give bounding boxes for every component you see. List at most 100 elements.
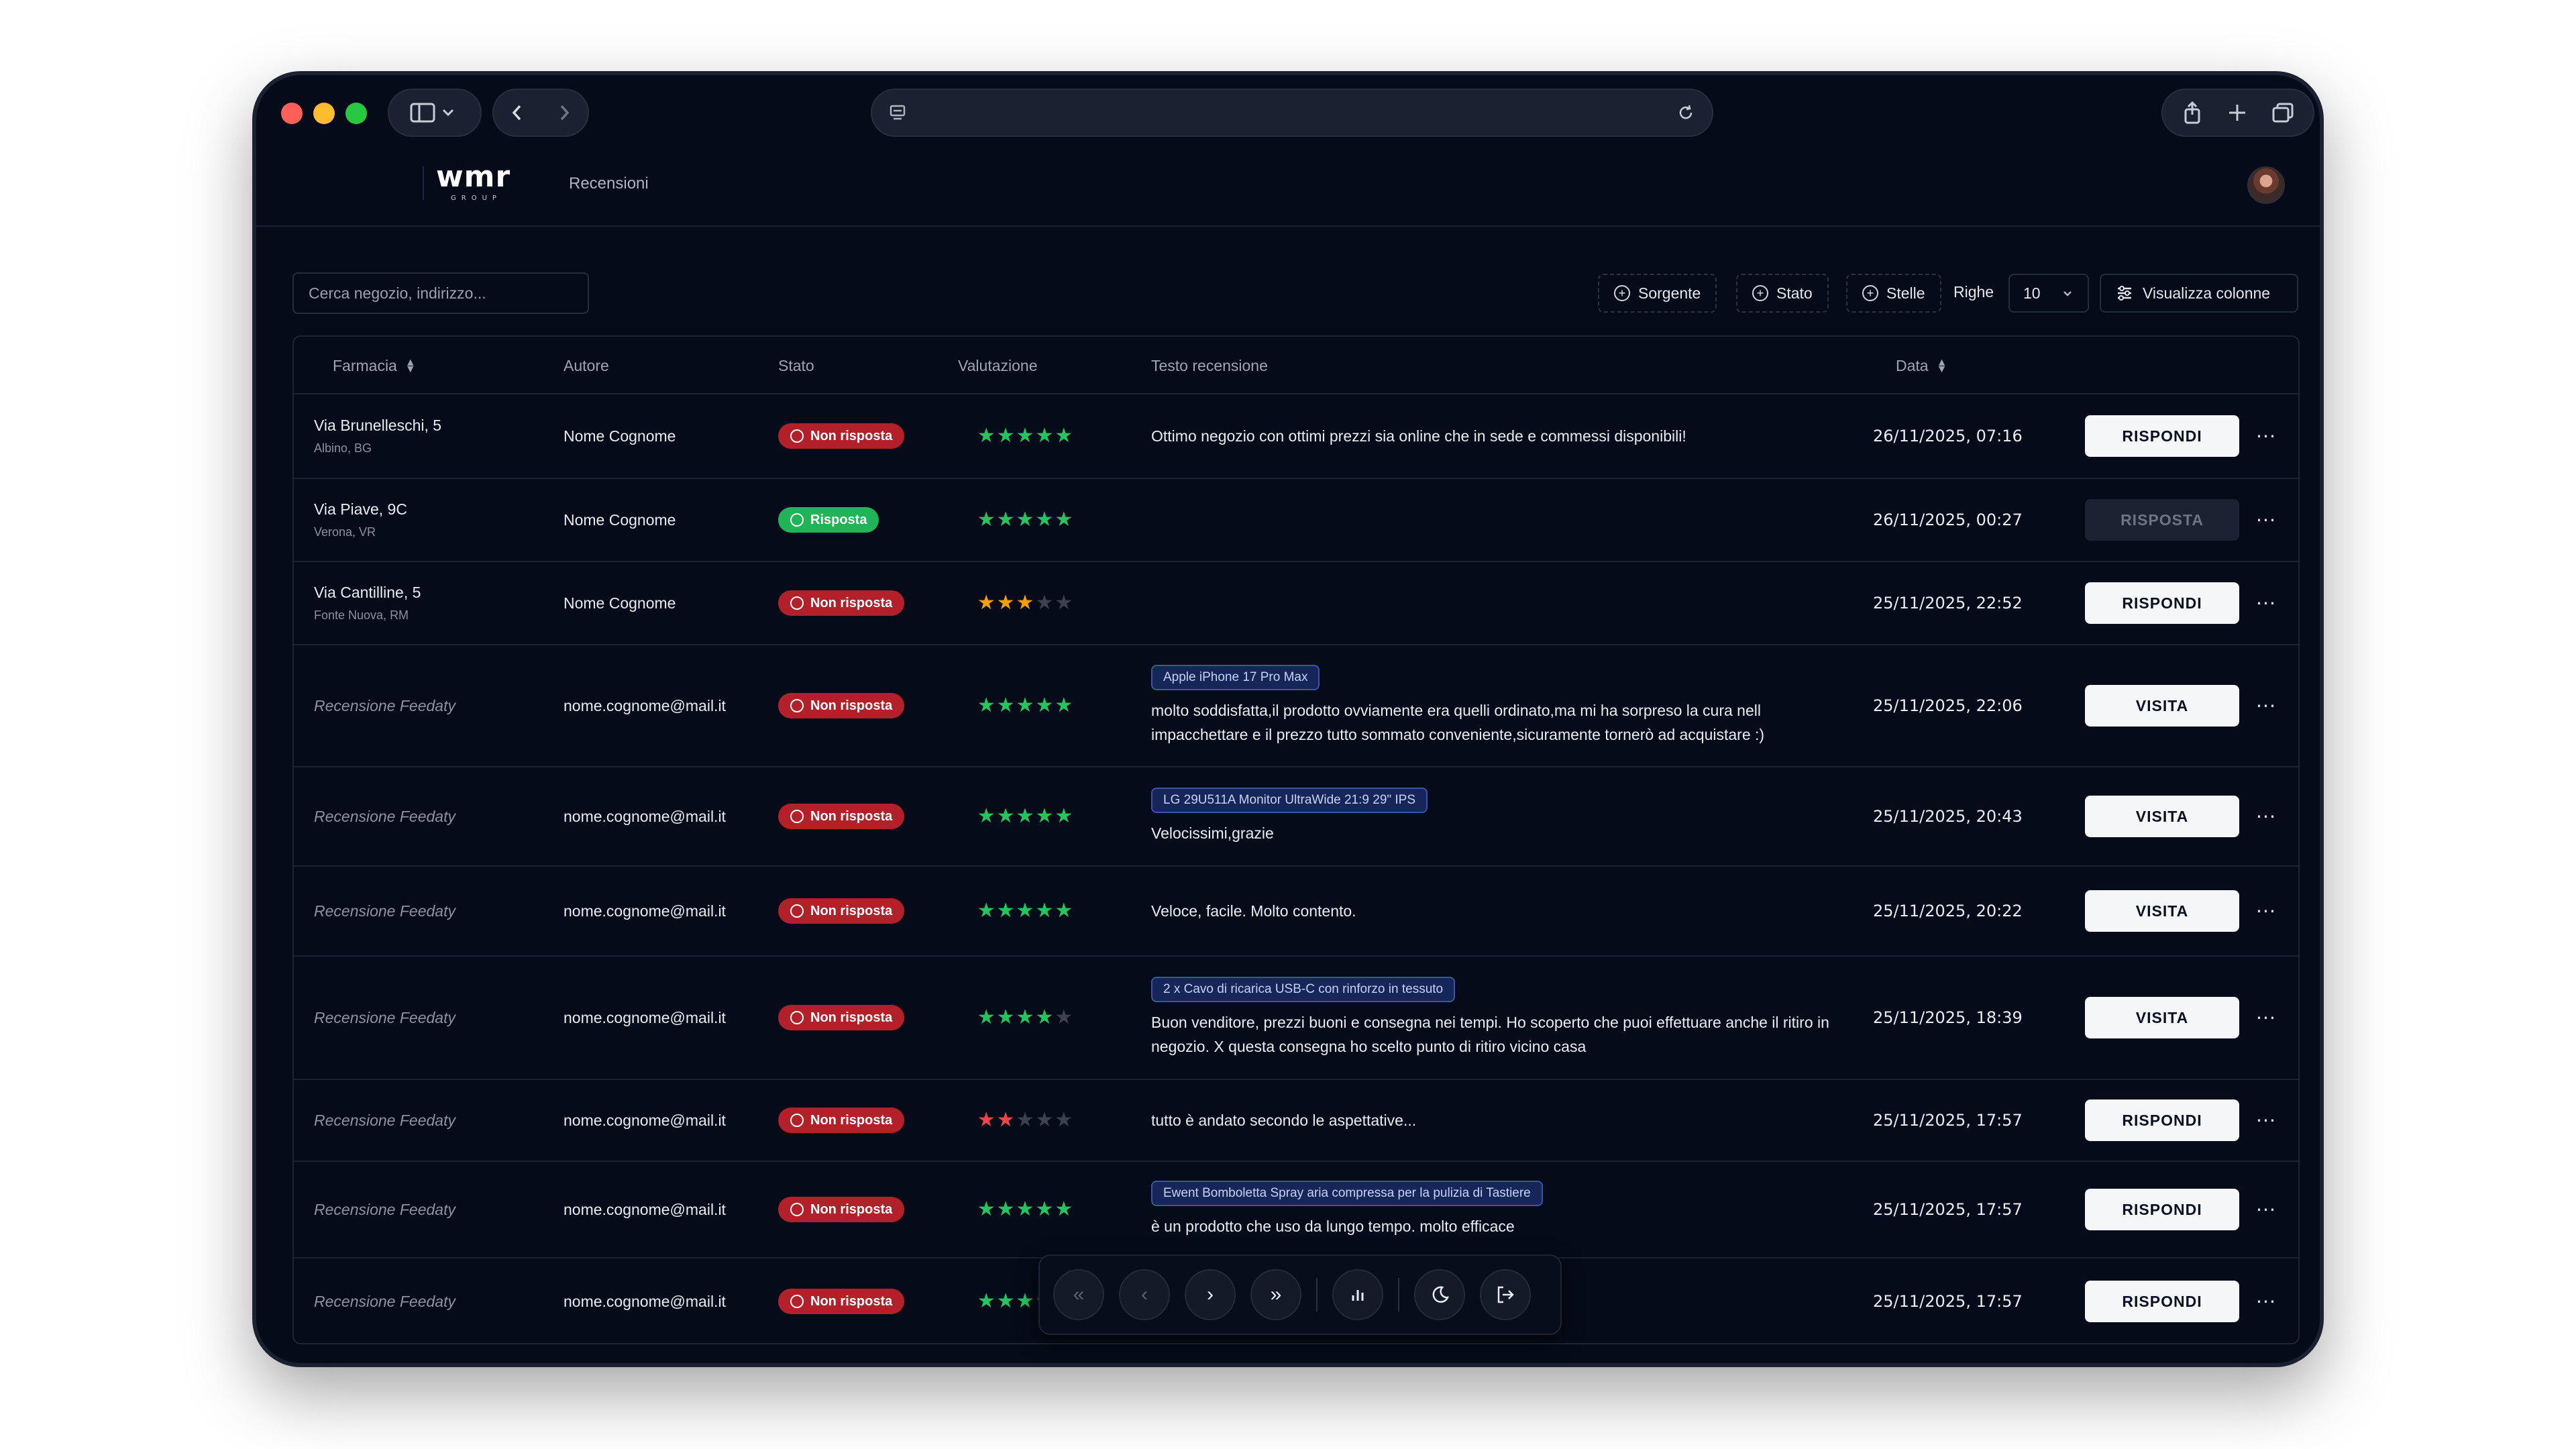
table-row[interactable]: Recensione Feedaty nome.cognome@mail.it No… — [294, 645, 2298, 767]
pager-divider — [1398, 1278, 1399, 1311]
avatar[interactable] — [2247, 166, 2285, 204]
stats-icon — [1352, 1290, 1364, 1301]
cell-azione: RISPONDI — [2085, 1162, 2239, 1257]
tabs-overview-icon[interactable] — [2270, 101, 2296, 125]
cell-farmacia: Recensione Feedaty — [314, 957, 549, 1079]
cell-stato: Non risposta — [778, 1162, 946, 1257]
stats-button[interactable] — [1332, 1269, 1383, 1320]
row-menu-button[interactable]: ⋯ — [2253, 479, 2279, 561]
minimize-window-button[interactable] — [313, 103, 335, 124]
forward-button[interactable] — [541, 103, 588, 123]
view-columns-button[interactable]: Visualizza colonne — [2100, 274, 2298, 313]
wmr-logo[interactable]: wmr GROUP — [436, 160, 511, 202]
more-icon: ⋯ — [2255, 1109, 2277, 1132]
store-address: Via Piave, 9C — [314, 500, 407, 518]
table-row[interactable]: Recensione Feedaty nome.cognome@mail.it No… — [294, 1080, 2298, 1162]
reload-icon[interactable] — [1676, 103, 1696, 123]
search-input[interactable] — [292, 272, 589, 314]
visit-button[interactable]: VISITA — [2085, 796, 2239, 837]
cell-stato: Non risposta — [778, 767, 946, 865]
breadcrumb[interactable]: Recensioni — [569, 174, 649, 193]
site-settings-icon — [890, 105, 906, 120]
plus-circle-icon: + — [1862, 285, 1878, 301]
row-menu-button[interactable]: ⋯ — [2253, 1080, 2279, 1161]
store-location: Verona, VR — [314, 525, 376, 539]
row-menu-button[interactable]: ⋯ — [2253, 1162, 2279, 1257]
row-menu-button[interactable]: ⋯ — [2253, 867, 2279, 955]
table-row[interactable]: Via Piave, 9C Verona, VR Nome Cognome Rispo… — [294, 479, 2298, 562]
next-page-button[interactable]: › — [1185, 1269, 1236, 1320]
table-row[interactable]: Via Cantilline, 5 Fonte Nuova, RM Nome Cog… — [294, 562, 2298, 645]
visit-button[interactable]: VISITA — [2085, 890, 2239, 932]
row-menu-button[interactable]: ⋯ — [2253, 767, 2279, 865]
row-menu-button[interactable]: ⋯ — [2253, 394, 2279, 478]
last-page-button[interactable]: » — [1250, 1269, 1301, 1320]
dark-mode-button[interactable] — [1414, 1269, 1465, 1320]
row-menu-button[interactable]: ⋯ — [2253, 1258, 2279, 1343]
status-badge: Non risposta — [778, 1108, 905, 1133]
row-menu-button[interactable]: ⋯ — [2253, 957, 2279, 1079]
reply-button[interactable]: RISPONDI — [2085, 1099, 2239, 1141]
column-label: Farmacia — [333, 357, 397, 374]
share-icon[interactable] — [2180, 100, 2204, 125]
cell-data: 25/11/2025, 17:57 — [1873, 1080, 2047, 1161]
row-menu-button[interactable]: ⋯ — [2253, 562, 2279, 644]
star-filled-icon: ★ — [1055, 805, 1073, 827]
reply-button[interactable]: RISPONDI — [2085, 1281, 2239, 1322]
new-tab-icon[interactable] — [2225, 101, 2249, 125]
cell-autore: Nome Cognome — [564, 562, 765, 644]
cell-testo: tutto è andato secondo le aspettative... — [1151, 1080, 1842, 1161]
star-filled-icon: ★ — [1016, 1290, 1034, 1312]
reply-button[interactable]: RISPONDI — [2085, 415, 2239, 457]
product-chip[interactable]: Apple iPhone 17 Pro Max — [1151, 665, 1320, 690]
sidebar-toggle-button[interactable] — [388, 89, 482, 137]
column-header-stato: Stato — [778, 357, 814, 375]
author-name: Nome Cognome — [564, 594, 676, 612]
cell-stato: Non risposta — [778, 957, 946, 1079]
product-chip[interactable]: 2 x Cavo di ricarica USB-C con rinforzo … — [1151, 977, 1456, 1002]
star-filled-icon: ★ — [996, 1198, 1015, 1220]
table-row[interactable]: Recensione Feedaty nome.cognome@mail.it No… — [294, 867, 2298, 957]
timer-icon — [790, 810, 804, 823]
star-empty-icon: ★ — [1055, 592, 1073, 614]
star-filled-icon: ★ — [996, 1109, 1015, 1131]
visit-button[interactable]: VISITA — [2085, 997, 2239, 1038]
star-filled-icon: ★ — [977, 1006, 996, 1028]
column-header-farmacia[interactable]: Farmacia ▲ ▼ — [333, 357, 416, 375]
table-row[interactable]: Via Brunelleschi, 5 Albino, BG Nome Cognom… — [294, 394, 2298, 479]
cell-farmacia: Recensione Feedaty — [314, 867, 549, 955]
timer-icon — [790, 1114, 804, 1127]
logout-button[interactable] — [1480, 1269, 1531, 1320]
last-page-icon: » — [1270, 1283, 1282, 1305]
star-filled-icon: ★ — [1035, 694, 1054, 716]
more-icon: ⋯ — [2255, 900, 2277, 922]
star-filled-icon: ★ — [1055, 425, 1073, 447]
table-row[interactable]: Recensione Feedaty nome.cognome@mail.it No… — [294, 1162, 2298, 1258]
back-button[interactable] — [494, 103, 541, 123]
zoom-window-button[interactable] — [345, 103, 367, 124]
previous-page-button[interactable]: ‹ — [1119, 1269, 1170, 1320]
cell-data: 25/11/2025, 17:57 — [1873, 1162, 2047, 1257]
column-header-data[interactable]: Data ▲ ▼ — [1896, 357, 1947, 375]
column-label: Data — [1896, 357, 1929, 374]
product-chip[interactable]: Ewent Bomboletta Spray aria compressa pe… — [1151, 1181, 1543, 1206]
close-window-button[interactable] — [281, 103, 303, 124]
product-chip[interactable]: LG 29U511A Monitor UltraWide 21:9 29" IP… — [1151, 788, 1428, 813]
star-filled-icon: ★ — [996, 1006, 1015, 1028]
address-bar[interactable] — [871, 89, 1713, 137]
cell-data: 25/11/2025, 20:22 — [1873, 867, 2047, 955]
first-page-button[interactable]: « — [1053, 1269, 1104, 1320]
table-row[interactable]: Recensione Feedaty nome.cognome@mail.it No… — [294, 767, 2298, 867]
table-row[interactable]: Recensione Feedaty nome.cognome@mail.it No… — [294, 957, 2298, 1080]
row-menu-button[interactable]: ⋯ — [2253, 645, 2279, 766]
reply-button[interactable]: RISPONDI — [2085, 582, 2239, 624]
visit-button[interactable]: VISITA — [2085, 685, 2239, 727]
rows-per-page-select[interactable]: 10 — [2008, 274, 2089, 313]
reply-button[interactable]: RISPONDI — [2085, 1189, 2239, 1230]
filter-stato-button[interactable]: + Stato — [1736, 274, 1829, 313]
filter-stelle-button[interactable]: + Stelle — [1846, 274, 1941, 313]
filter-sorgente-button[interactable]: + Sorgente — [1598, 274, 1717, 313]
review-date: 26/11/2025, 00:27 — [1873, 511, 2023, 529]
review-date: 25/11/2025, 22:52 — [1873, 594, 2023, 612]
cell-farmacia: Recensione Feedaty — [314, 1080, 549, 1161]
